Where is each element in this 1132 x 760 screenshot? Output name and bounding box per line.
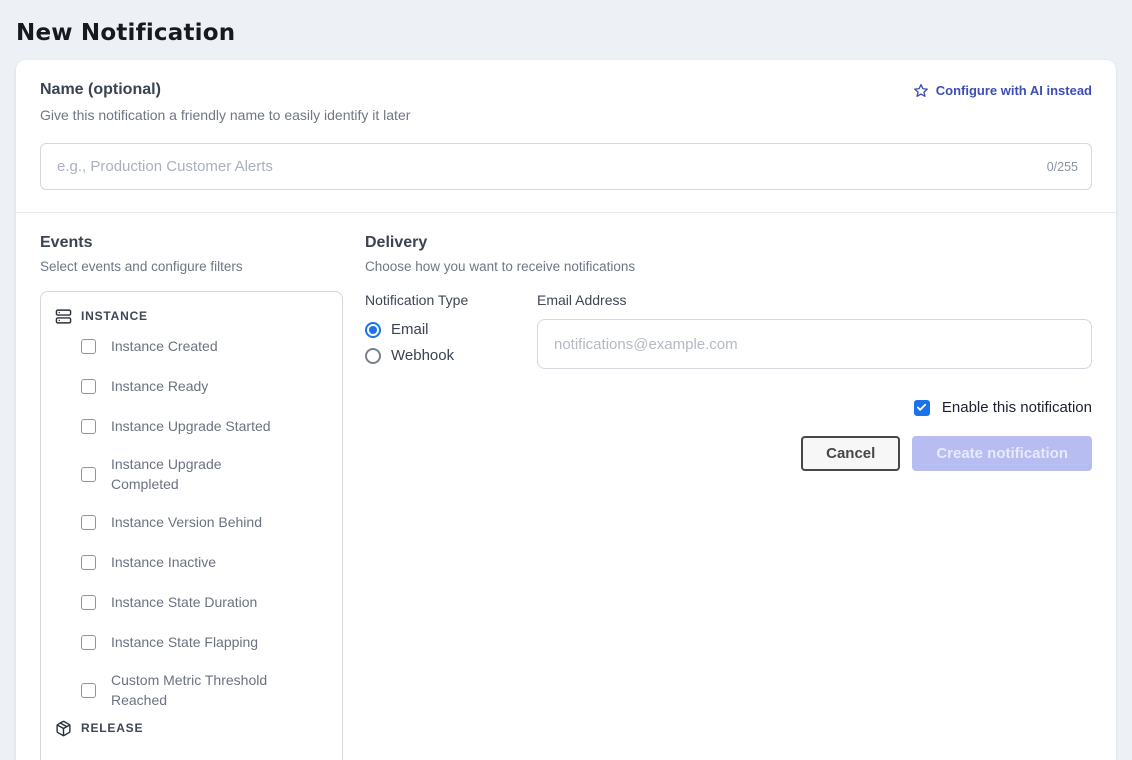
- name-section: Name (optional) Configure with AI instea…: [16, 60, 1116, 212]
- char-counter: 0/255: [1047, 160, 1078, 174]
- cancel-button[interactable]: Cancel: [801, 436, 900, 471]
- event-label: Instance Upgrade Completed: [111, 454, 271, 494]
- enable-notification-checkbox[interactable]: [914, 400, 930, 416]
- event-item-custom-metric-threshold-reached[interactable]: Custom Metric Threshold Reached: [55, 662, 328, 718]
- event-checkbox[interactable]: [81, 635, 96, 650]
- create-notification-button[interactable]: Create notification: [912, 436, 1092, 471]
- delivery-description: Choose how you want to receive notificat…: [365, 258, 1092, 276]
- name-description: Give this notification a friendly name t…: [40, 106, 1092, 125]
- event-label: Instance Ready: [111, 376, 208, 396]
- page-title: New Notification: [0, 0, 1132, 60]
- event-label: Instance Created: [111, 336, 218, 356]
- name-heading: Name (optional): [40, 80, 161, 100]
- package-icon: [55, 720, 72, 737]
- event-label: Instance Version Behind: [111, 512, 262, 532]
- event-item-instance-state-flapping[interactable]: Instance State Flapping: [55, 622, 328, 662]
- events-description: Select events and configure filters: [40, 258, 343, 276]
- event-checkbox[interactable]: [81, 379, 96, 394]
- event-checkbox[interactable]: [81, 339, 96, 354]
- star-icon: [913, 83, 929, 99]
- event-group-label: RELEASE: [81, 721, 143, 735]
- radio-selected-icon[interactable]: [365, 322, 381, 338]
- event-checkbox[interactable]: [81, 515, 96, 530]
- new-notification-card: Name (optional) Configure with AI instea…: [16, 60, 1116, 760]
- event-item-instance-upgrade-completed[interactable]: Instance Upgrade Completed: [55, 446, 328, 502]
- delivery-heading: Delivery: [365, 233, 1092, 253]
- event-label: Instance State Flapping: [111, 632, 258, 652]
- event-item-instance-ready[interactable]: Instance Ready: [55, 366, 328, 406]
- server-icon: [55, 308, 72, 325]
- notification-type-label: Notification Type: [365, 291, 515, 309]
- event-checkbox[interactable]: [81, 467, 96, 482]
- event-item-instance-version-behind[interactable]: Instance Version Behind: [55, 502, 328, 542]
- name-input[interactable]: [40, 143, 1092, 190]
- events-list: INSTANCE Instance Created Instance Ready…: [40, 291, 343, 760]
- check-icon: [916, 402, 927, 413]
- configure-with-ai-link[interactable]: Configure with AI instead: [913, 82, 1092, 100]
- event-label: Custom Metric Threshold Reached: [111, 670, 271, 710]
- email-address-label: Email Address: [537, 291, 1092, 309]
- events-section: Events Select events and configure filte…: [40, 233, 343, 760]
- radio-label: Email: [391, 321, 429, 338]
- event-item-instance-created[interactable]: Instance Created: [55, 326, 328, 366]
- email-input[interactable]: [537, 319, 1092, 369]
- event-checkbox[interactable]: [81, 683, 96, 698]
- event-checkbox[interactable]: [81, 419, 96, 434]
- event-group-label: INSTANCE: [81, 309, 148, 323]
- radio-option-webhook[interactable]: Webhook: [365, 347, 515, 364]
- event-group-header-release: RELEASE: [55, 718, 328, 738]
- event-item-instance-inactive[interactable]: Instance Inactive: [55, 542, 328, 582]
- radio-option-email[interactable]: Email: [365, 321, 515, 338]
- event-label: Instance Inactive: [111, 552, 216, 572]
- radio-unselected-icon[interactable]: [365, 348, 381, 364]
- event-label: Instance State Duration: [111, 592, 257, 612]
- event-checkbox[interactable]: [81, 595, 96, 610]
- configure-with-ai-label: Configure with AI instead: [936, 82, 1092, 100]
- events-heading: Events: [40, 233, 343, 253]
- radio-label: Webhook: [391, 347, 454, 364]
- event-checkbox[interactable]: [81, 555, 96, 570]
- event-group-header-instance: INSTANCE: [55, 306, 328, 326]
- event-label: Instance Upgrade Started: [111, 416, 271, 436]
- event-item-instance-upgrade-started[interactable]: Instance Upgrade Started: [55, 406, 328, 446]
- delivery-section: Delivery Choose how you want to receive …: [365, 233, 1092, 760]
- enable-notification-label: Enable this notification: [942, 399, 1092, 416]
- event-item-instance-state-duration[interactable]: Instance State Duration: [55, 582, 328, 622]
